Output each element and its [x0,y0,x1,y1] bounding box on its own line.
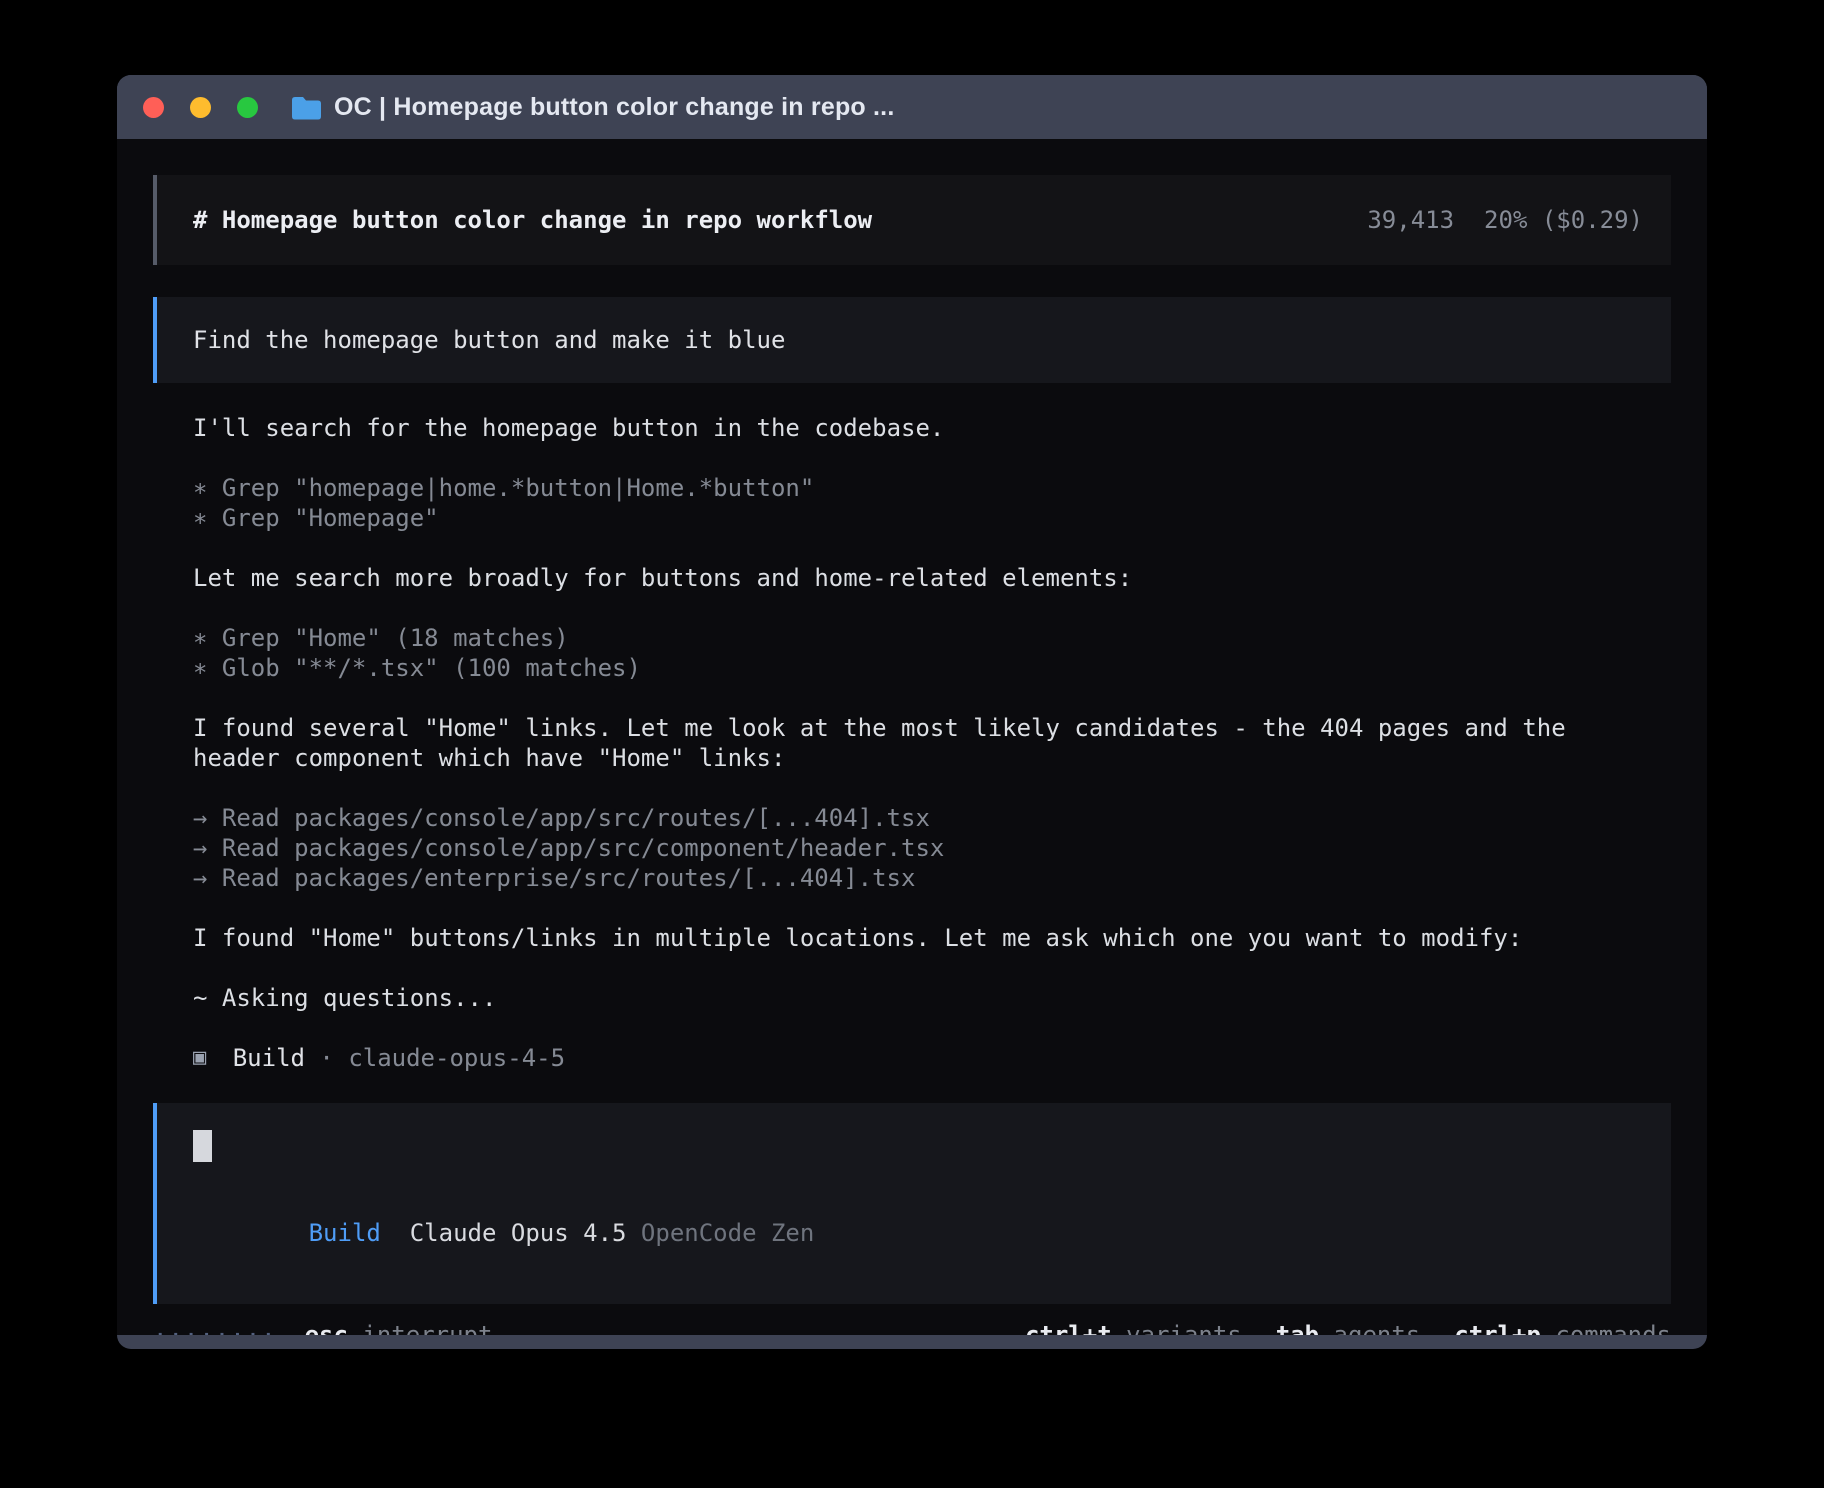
mode-badge: Build [309,1219,381,1247]
read-call-group: →Read packages/console/app/src/routes/[.… [193,803,1671,893]
read-call: →Read packages/console/app/src/routes/[.… [193,803,1671,833]
terminal-content: # Homepage button color change in repo w… [117,139,1707,1335]
minimize-button[interactable] [190,97,211,118]
agent-model: claude-opus-4-5 [348,1043,565,1073]
zoom-button[interactable] [237,97,258,118]
read-call: →Read packages/enterprise/src/routes/[..… [193,863,1671,893]
terminal-window: OC | Homepage button color change in rep… [117,75,1707,1349]
session-header: # Homepage button color change in repo w… [153,175,1671,265]
assistant-paragraph: I found several "Home" links. Let me loo… [193,713,1671,773]
assistant-text: I found "Home" buttons/links in multiple… [193,923,1671,953]
folder-icon [290,95,321,120]
window-titlebar[interactable]: OC | Homepage button color change in rep… [117,75,1707,139]
shortcut-commands: ctrl+p commands [1454,1320,1671,1335]
model-name: Claude Opus 4.5 [410,1219,627,1247]
assistant-text: Let me search more broadly for buttons a… [193,563,1671,593]
tool-bullet-icon: ∗ [193,474,207,502]
tool-bullet-icon: ∗ [193,504,207,532]
tool-call-group: ∗Grep "homepage|home.*button|Home.*butto… [193,473,1671,533]
prompt-input-area[interactable]: Build Claude Opus 4.5 OpenCode Zen [153,1103,1671,1304]
tool-call: ∗Grep "Homepage" [193,503,1671,533]
terminal-cursor [193,1130,212,1162]
provider-name: OpenCode Zen [641,1219,814,1247]
tool-bullet-icon: ∗ [193,654,207,682]
token-count: 39,413 [1367,206,1454,234]
window-title: OC | Homepage button color change in rep… [334,93,894,122]
close-button[interactable] [143,97,164,118]
input-status-bar: Build Claude Opus 4.5 OpenCode Zen [193,1188,1635,1278]
agent-icon: ▣ [193,1043,206,1073]
spinner-dots-icon: ········ [153,1320,277,1335]
agent-name: Build [233,1043,305,1073]
tool-call-group: ∗Grep "Home" (18 matches) ∗Glob "**/*.ts… [193,623,1671,683]
shortcut-agents: tab agents [1276,1320,1421,1335]
agent-status-line: ▣ Build · claude-opus-4-5 [193,1043,1671,1073]
shortcut-variants: ctrl+t variants [1025,1320,1242,1335]
read-arrow-icon: → [193,834,207,862]
assistant-text: I'll search for the homepage button in t… [193,413,1671,443]
read-arrow-icon: → [193,804,207,832]
tool-call: ∗Glob "**/*.tsx" (100 matches) [193,653,1671,683]
assistant-transcript: I'll search for the homepage button in t… [193,413,1671,1073]
tool-call: ∗Grep "homepage|home.*button|Home.*butto… [193,473,1671,503]
session-title: # Homepage button color change in repo w… [193,206,872,234]
tool-bullet-icon: ∗ [193,624,207,652]
status-footer: ········ esc interrupt ctrl+t variants t… [153,1320,1671,1335]
read-arrow-icon: → [193,864,207,892]
tool-call: ∗Grep "Home" (18 matches) [193,623,1671,653]
context-cost: 20% ($0.29) [1484,206,1643,234]
user-message-text: Find the homepage button and make it blu… [193,326,785,354]
user-message: Find the homepage button and make it blu… [153,297,1671,383]
read-call: →Read packages/console/app/src/component… [193,833,1671,863]
interrupt-hint: esc interrupt [305,1320,493,1335]
working-status: ~ Asking questions... [193,983,1671,1013]
traffic-lights [143,97,258,118]
